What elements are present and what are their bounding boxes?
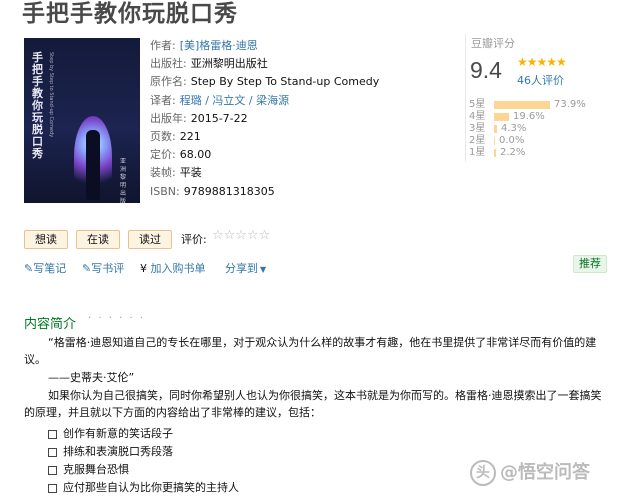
rating-bar bbox=[494, 125, 497, 133]
rating-star-label: 5星 bbox=[469, 99, 486, 110]
book-info-value[interactable]: 程璐 / 冯立文 / 梁海源 bbox=[180, 94, 289, 107]
write-review-label: 写书评 bbox=[91, 262, 125, 275]
want-read-button[interactable]: 想读 bbox=[24, 230, 68, 249]
book-info-key: 原作名: bbox=[150, 75, 187, 89]
book-cover-image[interactable]: 手把手教你玩脱口秀 Step by Step to Stand-up Comed… bbox=[24, 38, 140, 203]
wukong-watermark: 头 @悟空问答 bbox=[470, 458, 590, 486]
book-info-row: 原作名: Step By Step To Stand-up Comedy bbox=[150, 73, 379, 91]
rate-label: 评价: bbox=[181, 233, 207, 246]
wukong-logo-icon: 头 bbox=[470, 460, 496, 486]
book-info-key: 页数: bbox=[150, 130, 176, 144]
write-review-link[interactable]: ✎写书评 bbox=[82, 260, 124, 276]
book-info-key: 装帧: bbox=[150, 166, 176, 180]
reading-button[interactable]: 在读 bbox=[76, 230, 120, 249]
rating-percent: 73.9% bbox=[554, 99, 586, 110]
rate-stars-input[interactable]: ☆☆☆☆☆ bbox=[212, 228, 270, 243]
cover-subtitle-text: Step by Step to Stand-up Comedy bbox=[48, 52, 54, 138]
book-info-value: 9789881318305 bbox=[183, 184, 275, 198]
rating-score: 9.4 bbox=[470, 57, 502, 83]
yen-icon: ¥ bbox=[140, 262, 147, 275]
write-note-link[interactable]: ✎写笔记 bbox=[24, 260, 66, 276]
rating-percent: 2.2% bbox=[500, 147, 526, 158]
list-item: 排练和表演脱口秀段落 bbox=[48, 443, 173, 459]
cover-publisher-text: 亚洲黎明出版社 bbox=[120, 158, 127, 203]
write-note-label: 写笔记 bbox=[33, 262, 67, 275]
rating-bar bbox=[494, 101, 550, 109]
share-label: 分享到 bbox=[225, 262, 258, 275]
rating-distribution-row: 5星 73.9% bbox=[469, 99, 609, 111]
pencil-icon: ✎ bbox=[24, 262, 34, 275]
cover-performer-silhouette bbox=[86, 130, 100, 200]
book-info-row: 出版年: 2015-7-22 bbox=[150, 110, 379, 128]
list-item-text: 应付那些自认为比你更搞笑的主持人 bbox=[63, 481, 239, 494]
book-info-value: Step By Step To Stand-up Comedy bbox=[190, 75, 380, 89]
book-info-key: 出版年: bbox=[150, 111, 187, 125]
book-info-key: 译者: bbox=[150, 93, 176, 107]
intro-quote: “格雷格·迪恩知道自己的专长在哪里，对于观众认为什么样的故事才有趣，他在书里提供… bbox=[24, 336, 597, 367]
checkbox-icon bbox=[48, 429, 57, 439]
rating-percent: 19.6% bbox=[513, 111, 545, 122]
book-info-row: 出版社: 亚洲黎明出版社 bbox=[150, 55, 379, 73]
rating-distribution-row: 3星 4.3% bbox=[469, 123, 609, 135]
list-item-text: 创作有新意的笑话段子 bbox=[63, 427, 173, 440]
intro-heading-dots: · · · · · · bbox=[88, 313, 145, 324]
checkbox-icon bbox=[48, 465, 57, 475]
rating-bar bbox=[494, 113, 509, 121]
book-info-row: 装帧: 平装 bbox=[150, 164, 379, 182]
list-item-text: 克服舞台恐惧 bbox=[63, 463, 129, 476]
book-info-row: 页数: 221 bbox=[150, 128, 379, 146]
list-item: 克服舞台恐惧 bbox=[48, 461, 129, 477]
book-info-key: ISBN: bbox=[150, 184, 180, 198]
book-info-key: 出版社: bbox=[150, 57, 187, 71]
book-info-value: 2015-7-22 bbox=[190, 111, 248, 125]
rating-percent: 0.0% bbox=[499, 135, 525, 146]
rating-star-label: 3星 bbox=[469, 123, 486, 134]
rating-star-label: 4星 bbox=[469, 111, 486, 122]
intro-quote-author: ——史蒂夫·艾伦” bbox=[48, 371, 135, 384]
checkbox-icon bbox=[48, 483, 57, 493]
book-info-row: 作者: [美]格雷格·迪恩 bbox=[150, 37, 379, 55]
intro-body: 如果你认为自己很搞笑，同时你希望别人也认为你很搞笑，这本书就是为你而写的。格雷格… bbox=[24, 389, 602, 420]
rating-distribution-row: 1星 2.2% bbox=[469, 147, 609, 159]
list-item: 创作有新意的笑话段子 bbox=[48, 425, 173, 441]
checkbox-icon bbox=[48, 447, 57, 457]
rating-bar bbox=[494, 149, 496, 157]
list-item: 应付那些自认为比你更搞笑的主持人 bbox=[48, 479, 239, 495]
recommend-button[interactable]: 推荐 bbox=[573, 255, 607, 273]
page-title: 手把手教你玩脱口秀 bbox=[22, 0, 238, 27]
rating-distribution-row: 2星 0.0% bbox=[469, 135, 609, 147]
rating-title: 豆瓣评分 bbox=[471, 37, 515, 50]
pencil-icon: ✎ bbox=[82, 262, 92, 275]
add-list-label: 加入购书单 bbox=[150, 262, 206, 275]
book-info-value: 221 bbox=[179, 130, 201, 144]
read-button[interactable]: 读过 bbox=[128, 230, 172, 249]
book-info-row: ISBN: 9789881318305 bbox=[150, 183, 379, 201]
book-info-key: 定价: bbox=[150, 148, 176, 162]
chevron-down-icon: ▼ bbox=[260, 265, 267, 274]
rating-distribution-row: 4星 19.6% bbox=[469, 111, 609, 123]
rating-percent: 4.3% bbox=[501, 123, 527, 134]
share-dropdown[interactable]: 分享到 ▼ bbox=[225, 260, 266, 276]
rating-count-link[interactable]: 46人评价 bbox=[517, 72, 564, 88]
rating-stars-icon: ★★★★★ bbox=[517, 55, 567, 69]
book-info-row: 译者: 程璐 / 冯立文 / 梁海源 bbox=[150, 92, 379, 110]
book-info-row: 定价: 68.00 bbox=[150, 146, 379, 164]
book-info: 作者: [美]格雷格·迪恩 出版社: 亚洲黎明出版社 原作名: Step By Step … bbox=[150, 37, 379, 201]
rating-star-label: 2星 bbox=[469, 135, 486, 146]
watermark-text: @悟空问答 bbox=[500, 462, 590, 483]
add-to-cart-link[interactable]: ¥ 加入购书单 bbox=[140, 260, 206, 276]
book-info-key: 作者: bbox=[150, 39, 176, 52]
intro-heading: 内容简介 bbox=[24, 317, 77, 332]
book-info-value: 亚洲黎明出版社 bbox=[190, 57, 268, 71]
list-item-text: 排练和表演脱口秀段落 bbox=[63, 445, 173, 458]
book-info-value: 平装 bbox=[179, 166, 202, 180]
book-info-value: 68.00 bbox=[179, 148, 212, 162]
rating-star-label: 1星 bbox=[469, 147, 486, 158]
book-info-value[interactable]: [美]格雷格·迪恩 bbox=[180, 39, 258, 52]
rating-bar bbox=[494, 137, 495, 145]
